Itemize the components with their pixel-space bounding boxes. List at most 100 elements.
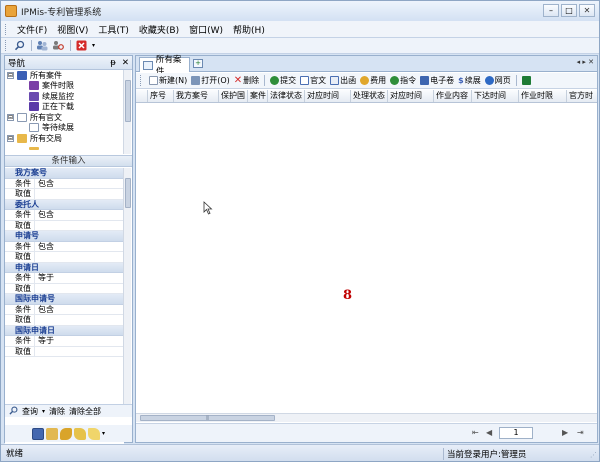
conditions-scrollbar[interactable]: [123, 168, 131, 404]
renewal-button[interactable]: $续展: [456, 75, 483, 86]
clear-button[interactable]: 清除: [49, 406, 65, 417]
clear-all-button[interactable]: 清除全部: [69, 406, 101, 417]
menu-favorites[interactable]: 收藏夹(B): [134, 23, 184, 36]
menu-file[interactable]: 文件(F): [12, 23, 52, 36]
submit-button[interactable]: 提交: [268, 75, 298, 86]
column-header[interactable]: 处理状态: [351, 90, 388, 102]
condition-row[interactable]: 取值: [5, 189, 124, 200]
search-icon[interactable]: [12, 39, 26, 52]
condition-value[interactable]: [35, 189, 38, 199]
grid-hscrollbar[interactable]: |||: [136, 413, 597, 422]
condition-row[interactable]: 条件包含: [5, 179, 124, 190]
conditions-scroll-thumb[interactable]: [125, 178, 131, 208]
condition-row[interactable]: 取值: [5, 284, 124, 295]
condition-row[interactable]: 条件等于: [5, 273, 124, 284]
open-button[interactable]: 打开(O): [189, 75, 232, 86]
condition-row[interactable]: 取值: [5, 221, 124, 232]
tab-all-cases[interactable]: 所有案件: [139, 57, 190, 72]
menu-help[interactable]: 帮助(H): [228, 23, 270, 36]
condition-value[interactable]: 包含: [35, 305, 54, 315]
column-header[interactable]: 案件: [248, 90, 268, 102]
maximize-button[interactable]: □: [561, 4, 577, 17]
column-header[interactable]: 对应时间: [388, 90, 434, 102]
column-header[interactable]: 作业内容: [434, 90, 472, 102]
fee-button[interactable]: 费用: [358, 75, 388, 86]
letter-button[interactable]: 出函: [328, 75, 358, 86]
condition-group-our-case-no[interactable]: 我方案号: [5, 168, 124, 179]
grid-body[interactable]: 8: [136, 104, 597, 414]
tree-item-case-deadline[interactable]: 案件时限: [5, 81, 124, 92]
excel-export-button[interactable]: [520, 76, 534, 85]
query-dropdown-icon[interactable]: ▾: [42, 408, 45, 415]
user-settings-icon[interactable]: [51, 39, 65, 52]
menu-window[interactable]: 窗口(W): [184, 23, 228, 36]
next-page-icon[interactable]: ▶: [562, 428, 568, 437]
prev-page-icon[interactable]: ◀: [486, 428, 492, 437]
column-header[interactable]: 我方案号: [174, 90, 219, 102]
tree-item-all-official-docs[interactable]: ⊟ 所有官文: [5, 112, 124, 123]
condition-value[interactable]: 包含: [35, 210, 54, 220]
condition-row[interactable]: 取值: [5, 315, 124, 326]
condition-value[interactable]: 包含: [35, 242, 54, 252]
e-file-button[interactable]: 电子卷: [418, 75, 456, 86]
new-button[interactable]: 新建(N): [147, 75, 189, 86]
condition-group-application-no[interactable]: 申请号: [5, 231, 124, 242]
new-tab-icon[interactable]: +: [193, 59, 203, 68]
webpage-button[interactable]: 网页: [483, 75, 513, 86]
condition-value[interactable]: 等于: [35, 273, 54, 283]
condition-value[interactable]: [35, 221, 38, 231]
resize-grip-icon[interactable]: ⋰: [590, 451, 597, 459]
tree-item-downloading[interactable]: 正在下载: [5, 102, 124, 113]
condition-value[interactable]: [35, 315, 38, 325]
collapse-icon[interactable]: ⊟: [7, 135, 14, 142]
condition-value[interactable]: [35, 252, 38, 262]
column-header[interactable]: 保护国: [219, 90, 248, 102]
last-page-icon[interactable]: ⇥: [577, 428, 584, 437]
menu-view[interactable]: 视图(V): [52, 23, 93, 36]
condition-row[interactable]: 条件等于: [5, 336, 124, 347]
minimize-button[interactable]: –: [543, 4, 559, 17]
column-header[interactable]: 对应时间: [305, 90, 351, 102]
tree-scroll-thumb[interactable]: [125, 80, 131, 122]
condition-group-intl-application-date[interactable]: 国际申请日: [5, 326, 124, 337]
column-header[interactable]: 法律状态: [268, 90, 305, 102]
column-header[interactable]: 官方时: [567, 90, 597, 102]
check-module-icon[interactable]: [88, 428, 100, 440]
condition-group-client[interactable]: 委托人: [5, 200, 124, 211]
nav-close-icon[interactable]: ✕: [122, 58, 129, 68]
condition-row[interactable]: 取值: [5, 252, 124, 263]
first-page-icon[interactable]: ⇤: [472, 428, 479, 437]
more-modules-icon[interactable]: ▾: [102, 430, 105, 437]
condition-value[interactable]: 等于: [35, 336, 54, 346]
cases-module-icon[interactable]: [32, 428, 44, 440]
users-icon[interactable]: [35, 39, 49, 52]
official-doc-button[interactable]: 官文: [298, 75, 328, 86]
delete-button[interactable]: ✕删除: [232, 75, 261, 86]
pen-module-icon[interactable]: [60, 428, 72, 440]
column-header[interactable]: 序号: [148, 90, 174, 102]
tree-item-all-cases[interactable]: ⊟ 所有案件: [5, 70, 124, 81]
condition-row[interactable]: 条件包含: [5, 305, 124, 316]
close-button[interactable]: ✕: [579, 4, 595, 17]
tab-nav-controls[interactable]: ◂ ▸ ✕: [577, 58, 594, 66]
query-button[interactable]: 查询: [22, 406, 38, 417]
pin-icon[interactable]: ᵽ: [110, 58, 116, 68]
instruction-button[interactable]: 指令: [388, 75, 418, 86]
condition-row[interactable]: 条件包含: [5, 210, 124, 221]
menu-tools[interactable]: 工具(T): [93, 23, 134, 36]
tree-scrollbar[interactable]: [123, 70, 131, 154]
page-number-input[interactable]: 1: [499, 427, 533, 439]
condition-group-intl-application-no[interactable]: 国际申请号: [5, 294, 124, 305]
toolbar-overflow-icon[interactable]: ▾: [90, 39, 97, 52]
tree-item-renewal-monitor[interactable]: 续展监控: [5, 91, 124, 102]
condition-value[interactable]: [35, 347, 38, 357]
condition-value[interactable]: 包含: [35, 179, 54, 189]
tree-item-waiting-renewal[interactable]: 等待续展: [5, 123, 124, 134]
grid-hscroll-thumb[interactable]: |||: [140, 415, 275, 421]
tree-item-all-submissions[interactable]: ⊟ 所有交局: [5, 133, 124, 144]
condition-group-application-date[interactable]: 申请日: [5, 263, 124, 274]
column-header[interactable]: 作业时限: [519, 90, 567, 102]
condition-row[interactable]: 条件包含: [5, 242, 124, 253]
collapse-icon[interactable]: ⊟: [7, 114, 14, 121]
folder-module-icon[interactable]: [46, 428, 58, 440]
